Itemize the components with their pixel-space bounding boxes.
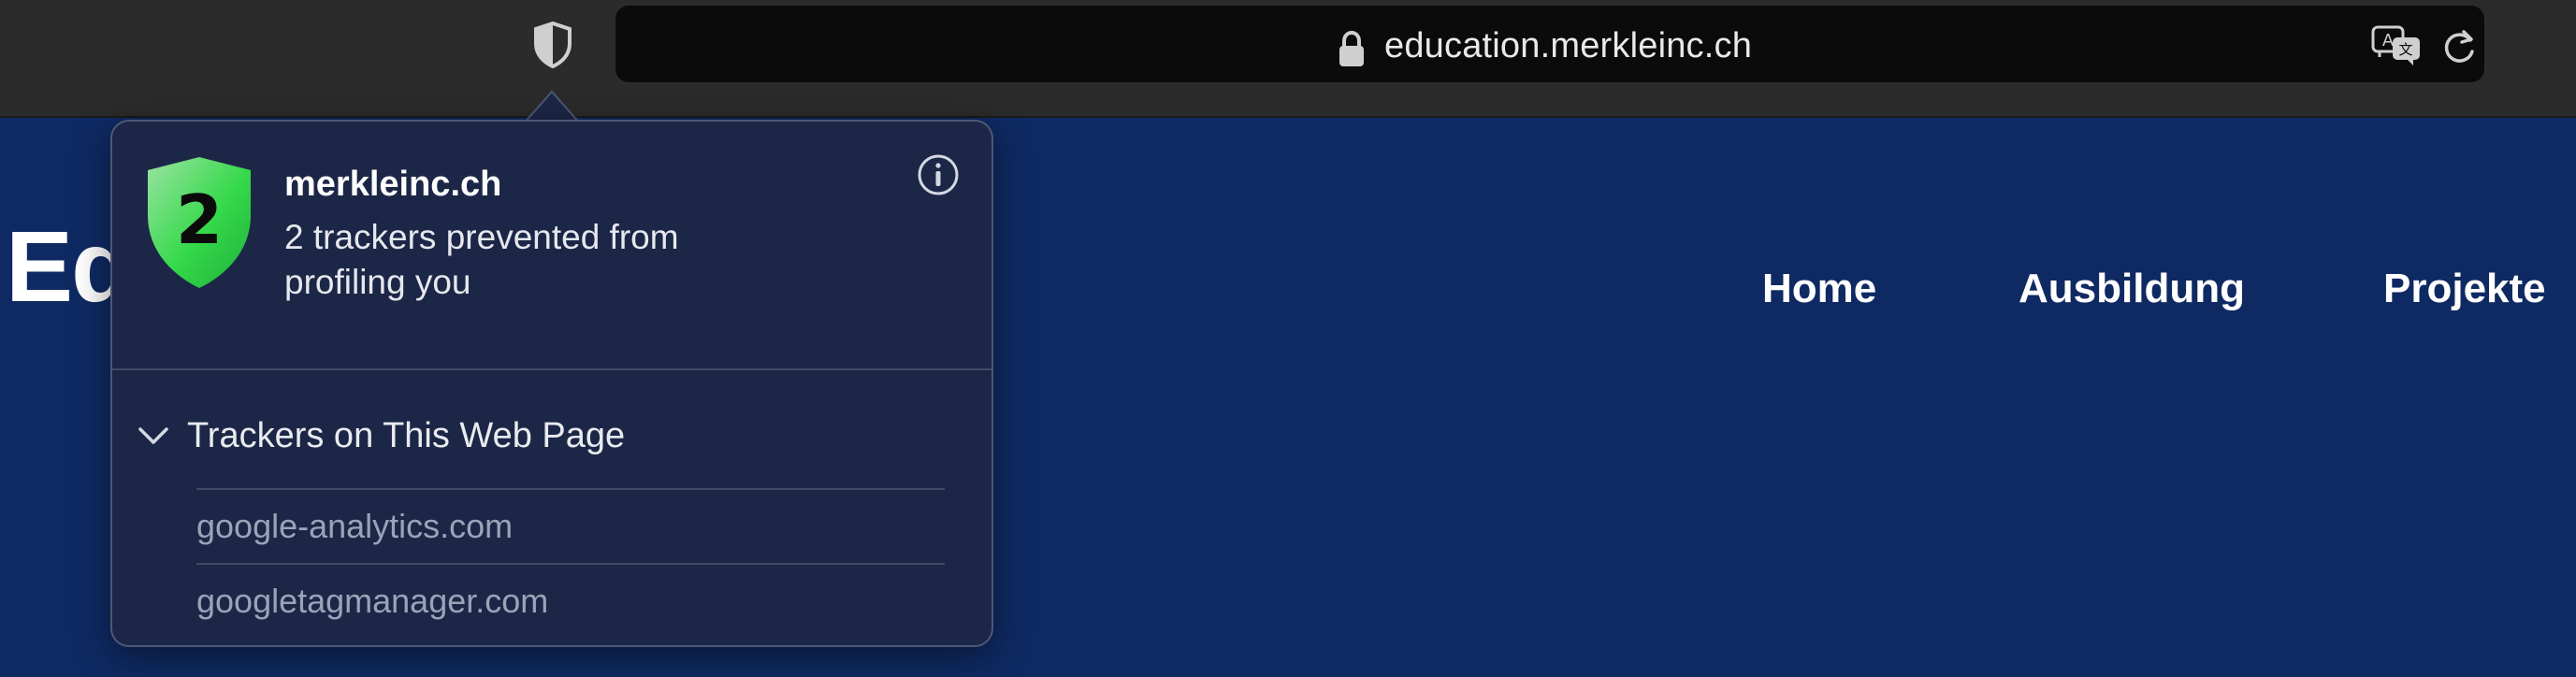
- svg-text:A: A: [2382, 31, 2395, 50]
- tracker-item: googletagmanager.com: [196, 563, 945, 638]
- tracker-item: google-analytics.com: [196, 488, 945, 563]
- url-text: education.merkleinc.ch: [1384, 26, 1753, 65]
- tracker-list: google-analytics.com googletagmanager.co…: [196, 488, 945, 638]
- tracker-summary: 2 trackers prevented from profiling you: [284, 218, 679, 301]
- reload-icon[interactable]: [2441, 26, 2479, 67]
- info-icon[interactable]: [917, 153, 960, 196]
- site-name: merkleinc.ch: [284, 165, 502, 204]
- badge-count: 2: [176, 180, 223, 259]
- trackers-section-toggle[interactable]: Trackers on This Web Page: [135, 408, 625, 464]
- chevron-down-icon: [138, 427, 168, 444]
- nav-ausbildung[interactable]: Ausbildung: [2019, 266, 2245, 312]
- divider: [112, 368, 991, 370]
- nav-projekte[interactable]: Projekte: [2383, 266, 2546, 312]
- section-title: Trackers on This Web Page: [187, 415, 626, 455]
- nav-home[interactable]: Home: [1762, 266, 1876, 312]
- tracker-count-badge: 2: [148, 157, 251, 288]
- popover-arrow: [524, 90, 580, 123]
- browser-toolbar: education.merkleinc.ch A 文: [0, 0, 2576, 118]
- svg-text:文: 文: [2398, 41, 2412, 58]
- address-bar[interactable]: education.merkleinc.ch A 文: [615, 6, 2484, 82]
- privacy-report-button[interactable]: [528, 19, 577, 71]
- popover-header: 2 merkleinc.ch 2 trackers prevented from…: [112, 122, 991, 368]
- privacy-report-popover: 2 merkleinc.ch 2 trackers prevented from…: [110, 120, 993, 647]
- shield-icon: [534, 22, 572, 68]
- translate-icon[interactable]: A 文: [2370, 24, 2423, 67]
- lock-icon: [1339, 31, 1364, 66]
